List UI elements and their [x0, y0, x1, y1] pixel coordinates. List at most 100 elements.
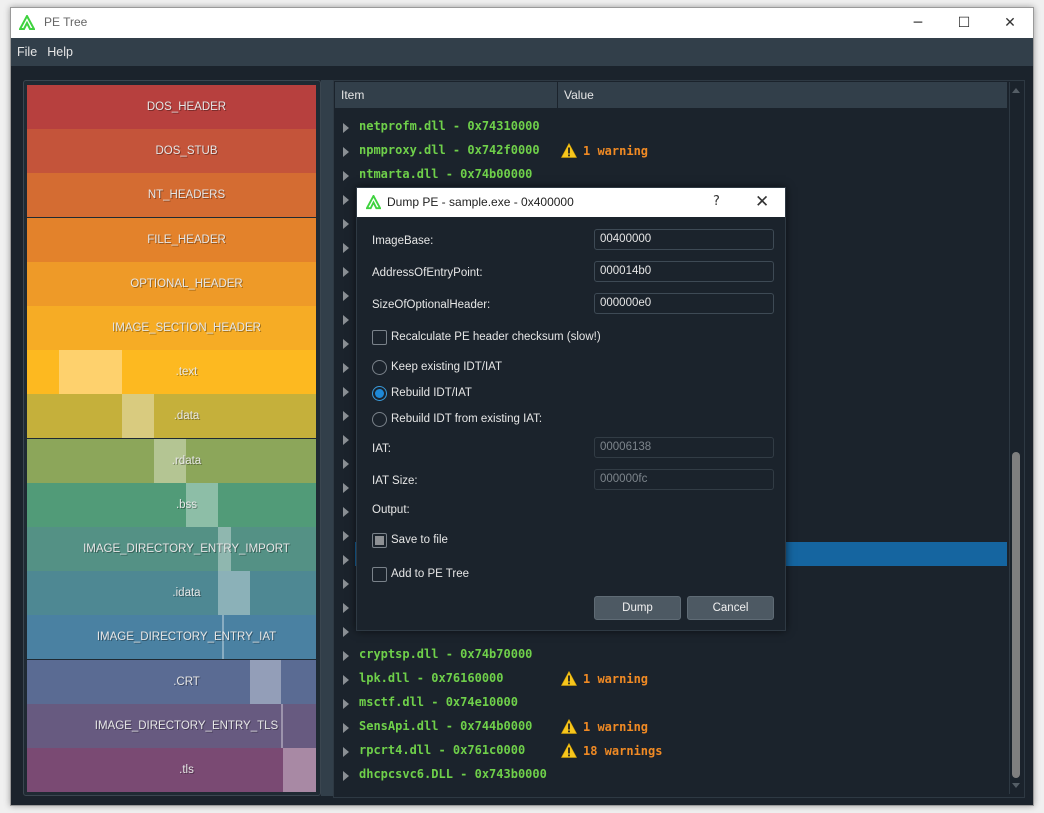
keep-idt-iat-radio[interactable] [372, 360, 387, 375]
expand-arrow-icon[interactable] [343, 723, 349, 733]
map-region[interactable]: .data [27, 394, 316, 439]
recalc-checksum-checkbox[interactable] [372, 330, 387, 345]
map-region-label: IMAGE_DIRECTORY_ENTRY_TLS [94, 719, 279, 732]
tree-row[interactable]: SensApi.dll - 0x744b0000 1 warning [335, 716, 1007, 740]
keep-idt-iat-label[interactable]: Keep existing IDT/IAT [391, 361, 502, 373]
tree-row[interactable]: npmproxy.dll - 0x742f0000 1 warning [335, 140, 1007, 164]
menu-help[interactable]: Help [47, 45, 73, 59]
image-base-input[interactable]: 00400000 [594, 229, 774, 250]
add-to-tree-label[interactable]: Add to PE Tree [391, 568, 469, 580]
expand-arrow-icon[interactable] [343, 363, 349, 373]
tree-row[interactable]: cryptsp.dll - 0x74b70000 [335, 644, 1007, 668]
rebuild-idt-from-iat-radio[interactable] [372, 412, 387, 427]
map-region[interactable]: IMAGE_DIRECTORY_ENTRY_TLS [27, 703, 316, 748]
expand-arrow-icon[interactable] [343, 219, 349, 229]
scroll-thumb[interactable] [1012, 452, 1020, 778]
expand-arrow-icon[interactable] [343, 771, 349, 781]
expand-arrow-icon[interactable] [343, 147, 349, 157]
map-region-label: .CRT [173, 675, 200, 688]
expand-arrow-icon[interactable] [343, 531, 349, 541]
map-region[interactable]: IMAGE_DIRECTORY_ENTRY_IMPORT [27, 527, 316, 571]
map-region[interactable]: .bss [27, 482, 316, 527]
expand-arrow-icon[interactable] [343, 435, 349, 445]
warning-badge: 1 warning [561, 671, 648, 686]
map-region[interactable]: .tls [27, 748, 316, 792]
tree-row[interactable]: dhcpcsvc6.DLL - 0x743b0000 [335, 764, 1007, 788]
expand-arrow-icon[interactable] [343, 459, 349, 469]
rebuild-idt-iat-label[interactable]: Rebuild IDT/IAT [391, 387, 472, 399]
expand-arrow-icon[interactable] [343, 675, 349, 685]
expand-arrow-icon[interactable] [343, 579, 349, 589]
recalc-checksum-label[interactable]: Recalculate PE header checksum (slow!) [391, 331, 601, 343]
dialog-title: Dump PE - sample.exe - 0x400000 [387, 195, 574, 209]
iat-input[interactable]: 00006138 [594, 437, 774, 458]
tree-row[interactable]: ntmarta.dll - 0x74b00000 [335, 164, 1007, 188]
expand-arrow-icon[interactable] [343, 747, 349, 757]
pe-map-panel: DOS_HEADER DOS_STUB NT_HEADERS FILE_HEADER O… [23, 80, 321, 796]
expand-arrow-icon[interactable] [343, 555, 349, 565]
expand-arrow-icon[interactable] [343, 315, 349, 325]
cancel-button[interactable]: Cancel [687, 596, 774, 620]
expand-arrow-icon[interactable] [343, 507, 349, 517]
map-region[interactable]: FILE_HEADER [27, 217, 316, 262]
iat-size-input[interactable]: 000000fc [594, 469, 774, 490]
map-region[interactable]: NT_HEADERS [27, 173, 316, 218]
module-name: ntmarta.dll - 0x74b00000 [359, 167, 533, 181]
menu-file[interactable]: File [17, 45, 37, 59]
menu-bar: File Help [11, 38, 1033, 66]
tree-row[interactable]: lpk.dll - 0x76160000 1 warning [335, 668, 1007, 692]
size-optional-header-input[interactable]: 000000e0 [594, 293, 774, 314]
expand-arrow-icon[interactable] [343, 171, 349, 181]
maximize-button[interactable]: ☐ [941, 8, 987, 38]
minimize-button[interactable]: ─ [895, 8, 941, 38]
map-region-label: OPTIONAL_HEADER [130, 277, 243, 290]
expand-arrow-icon[interactable] [343, 123, 349, 133]
scroll-up-icon[interactable] [1012, 88, 1020, 93]
map-region[interactable]: IMAGE_DIRECTORY_ENTRY_IAT [27, 615, 316, 660]
expand-arrow-icon[interactable] [343, 699, 349, 709]
scroll-down-icon[interactable] [1012, 783, 1020, 788]
dialog-close-button[interactable]: ✕ [755, 192, 769, 212]
expand-arrow-icon[interactable] [343, 243, 349, 253]
add-to-tree-checkbox[interactable] [372, 567, 387, 582]
rebuild-idt-from-iat-label[interactable]: Rebuild IDT from existing IAT: [391, 413, 542, 425]
map-region[interactable]: .rdata [27, 438, 316, 483]
map-region[interactable]: .text [27, 350, 316, 395]
map-region-label: IMAGE_DIRECTORY_ENTRY_IAT [96, 631, 277, 644]
vertical-scrollbar[interactable] [1009, 82, 1022, 794]
panel-splitter[interactable] [321, 80, 333, 796]
map-region[interactable]: OPTIONAL_HEADER [27, 261, 316, 306]
tree-row[interactable]: rpcrt4.dll - 0x761c0000 18 warnings [335, 740, 1007, 764]
map-region-label: DOS_STUB [155, 145, 218, 158]
expand-arrow-icon[interactable] [343, 627, 349, 637]
expand-arrow-icon[interactable] [343, 291, 349, 301]
tree-row[interactable]: netprofm.dll - 0x74310000 [335, 116, 1007, 140]
save-to-file-checkbox[interactable] [372, 533, 387, 548]
module-name: lpk.dll - 0x76160000 [359, 671, 504, 685]
map-region[interactable]: DOS_HEADER [27, 85, 316, 129]
close-icon: ✕ [1004, 15, 1016, 31]
expand-arrow-icon[interactable] [343, 339, 349, 349]
column-header-item[interactable]: Item [335, 82, 557, 108]
map-region[interactable]: .CRT [27, 659, 316, 704]
expand-arrow-icon[interactable] [343, 387, 349, 397]
expand-arrow-icon[interactable] [343, 651, 349, 661]
warning-icon [561, 743, 577, 758]
map-region[interactable]: DOS_STUB [27, 129, 316, 174]
map-region-highlight [217, 571, 250, 616]
map-region[interactable]: IMAGE_SECTION_HEADER [27, 306, 316, 350]
expand-arrow-icon[interactable] [343, 267, 349, 277]
help-button[interactable]: ? [713, 194, 720, 209]
rebuild-idt-iat-radio[interactable] [372, 386, 387, 401]
dump-button[interactable]: Dump [594, 596, 681, 620]
tree-row[interactable]: msctf.dll - 0x74e10000 [335, 692, 1007, 716]
column-header-value[interactable]: Value [557, 82, 1007, 108]
map-region[interactable]: .idata [27, 571, 316, 616]
expand-arrow-icon[interactable] [343, 603, 349, 613]
close-window-button[interactable]: ✕ [987, 8, 1033, 38]
save-to-file-label[interactable]: Save to file [391, 534, 448, 546]
expand-arrow-icon[interactable] [343, 411, 349, 421]
expand-arrow-icon[interactable] [343, 195, 349, 205]
expand-arrow-icon[interactable] [343, 483, 349, 493]
entry-point-input[interactable]: 000014b0 [594, 261, 774, 282]
